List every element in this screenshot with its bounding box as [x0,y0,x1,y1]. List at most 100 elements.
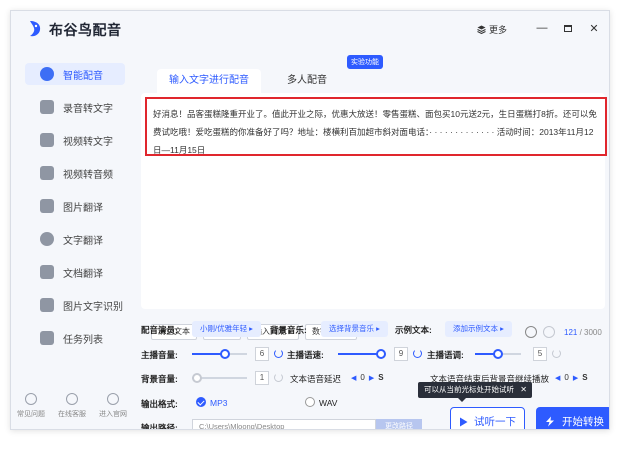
sidebar-item-image-translate[interactable]: 图片翻译 [25,195,125,217]
pitch-slider[interactable] [475,349,521,359]
undo-icon[interactable] [525,326,537,338]
title-bar: 布谷鸟配音 更多 — ✕ [11,11,609,47]
path-label: 输出路径: [141,423,178,430]
format-wav-radio[interactable] [305,397,315,407]
website-link[interactable]: 进入官网 [93,393,133,419]
delay-label: 文本语音延迟 [290,374,342,384]
sidebar-item-label: 文档翻译 [63,268,103,280]
convert-icon [546,416,554,427]
sample-select[interactable]: 添加示例文本 ▸ [445,321,512,337]
bg-volume-value[interactable]: 1 [255,371,269,385]
document-icon [40,265,54,279]
globe-icon [107,393,119,405]
bg-continue-stepper[interactable]: ◀ 0 ▶ S [555,373,588,382]
char-count-max: / 3000 [577,328,602,337]
format-label: 输出格式: [141,399,178,409]
output-path-input[interactable]: C:\Users\Mloong\Desktop [192,419,376,429]
slider-handle[interactable] [376,349,387,359]
sidebar-item-label: 文字翻译 [63,235,103,247]
maximize-button[interactable] [561,21,575,35]
sidebar-item-label: 智能配音 [63,70,103,82]
app-title: 布谷鸟配音 [49,22,122,38]
chevron-right-icon[interactable]: ▶ [369,374,374,382]
delay-value: 0 [360,373,365,382]
minimize-button[interactable]: — [535,21,549,35]
image-text-icon [40,298,54,312]
pitch-value[interactable]: 5 [533,347,547,361]
website-label: 进入官网 [99,411,127,418]
main-volume-label: 主播音量: [141,350,178,360]
sidebar-item-recording-to-text[interactable]: 录音转文字 [25,96,125,118]
sidebar-item-document-translate[interactable]: 文档翻译 [25,261,125,283]
faq-label: 常见问题 [17,411,45,418]
tooltip: 可以从当前光标处开始试听 ✕ [418,382,532,402]
support-link[interactable]: 在线客服 [52,393,92,419]
sidebar-item-text-translate[interactable]: 文字翻译 [25,228,125,250]
chevron-left-icon[interactable]: ◀ [555,374,560,382]
format-wav-label: WAV [319,398,338,408]
layers-icon [477,25,486,34]
speed-slider[interactable] [338,349,387,359]
sidebar-item-video-to-text[interactable]: 视频转文字 [25,129,125,151]
more-menu[interactable]: 更多 [477,23,507,36]
bgm-select[interactable]: 选择背景音乐 ▸ [321,321,388,337]
sidebar-item-task-list[interactable]: 任务列表 [25,327,125,349]
slider-handle[interactable] [220,349,230,359]
video-icon [40,133,54,147]
change-path-button[interactable]: 更改路径 [376,419,422,429]
sidebar: 智能配音 录音转文字 视频转文字 视频转音频 图片翻译 文字翻译 文档翻译 图片… [11,47,133,429]
play-icon [460,417,468,426]
start-convert-label: 开始转换 [562,416,604,428]
sidebar-item-label: 图片文字识别 [63,301,123,313]
sidebar-item-label: 视频转文字 [63,136,113,148]
refresh-icon[interactable] [274,349,283,358]
tooltip-text: 可以从当前光标处开始试听 [424,385,514,394]
tab-text-dubbing[interactable]: 输入文字进行配音 [157,69,261,93]
dubbing-text-area[interactable]: 好消息！品客蛋糕隆重开业了。值此开业之际，优惠大放送！零售蛋糕、面包买10元送2… [145,97,607,156]
sidebar-item-smart-dubbing[interactable]: 智能配音 [25,63,125,85]
main-volume-value[interactable]: 6 [255,347,269,361]
bottom-links: 常见问题 在线客服 进入官网 [11,393,133,429]
close-button[interactable]: ✕ [587,21,601,35]
tab-multi-dubbing[interactable]: 多人配音 [275,69,339,93]
speed-value[interactable]: 9 [394,347,408,361]
sidebar-item-video-to-audio[interactable]: 视频转音频 [25,162,125,184]
more-label: 更多 [489,25,508,35]
chevron-right-icon[interactable]: ▶ [573,374,578,382]
chevron-left-icon[interactable]: ◀ [351,374,356,382]
refresh-icon[interactable] [274,373,283,382]
support-label: 在线客服 [58,411,86,418]
slider-handle[interactable] [192,373,202,383]
preview-listen-button[interactable]: 试听一下 [450,407,525,429]
preview-listen-label: 试听一下 [474,416,516,428]
delay-stepper[interactable]: ◀ 0 ▶ S [351,373,384,382]
voice-select[interactable]: 小刚/优雅年轻 ▸ [192,321,261,337]
chat-icon [66,393,78,405]
refresh-icon[interactable] [413,349,422,358]
experimental-badge: 实验功能 [347,55,383,69]
format-mp3-radio[interactable] [196,397,206,407]
slider-handle[interactable] [493,349,503,359]
speed-label: 主播语速: [287,350,324,360]
char-count-current: 121 [564,328,578,337]
task-list-icon [40,331,54,345]
pitch-label: 主播语调: [427,350,464,360]
tooltip-close-icon[interactable]: ✕ [520,382,527,398]
main-volume-slider[interactable] [192,349,247,359]
sidebar-item-label: 视频转音频 [63,169,113,181]
bird-logo-icon [30,21,41,37]
bg-volume-slider[interactable] [192,373,247,383]
main-panel: 实验功能 输入文字进行配音 多人配音 好消息！品客蛋糕隆重开业了。值此开业之际，… [135,49,609,430]
char-count: 121 / 3000 [564,328,602,337]
faq-link[interactable]: 常见问题 [11,393,51,419]
delay-unit: S [378,373,384,382]
redo-icon[interactable] [543,326,555,338]
sample-label: 示例文本: [395,325,432,335]
refresh-icon[interactable] [552,349,561,358]
start-convert-button[interactable]: 开始转换 [536,407,609,429]
sidebar-item-label: 任务列表 [63,334,103,346]
bgm-label: 背景音乐: [270,325,307,335]
slider-fill [338,353,382,355]
voice-label: 配音演员: [141,325,178,335]
sidebar-item-ocr[interactable]: 图片文字识别 [25,294,125,316]
